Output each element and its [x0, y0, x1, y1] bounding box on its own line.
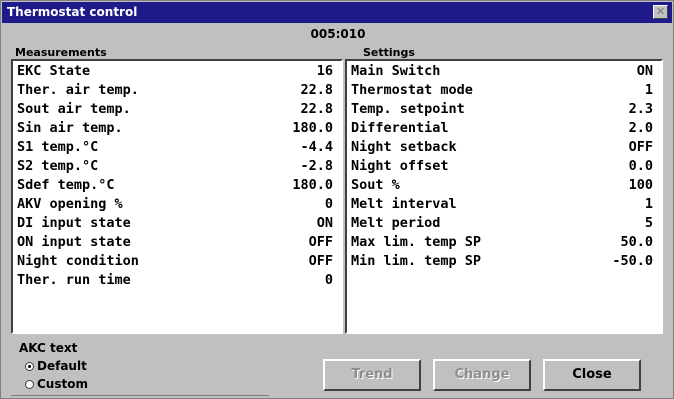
- measurement-label: Ther. air temp.: [17, 82, 139, 98]
- measurement-value: 22.8: [300, 82, 333, 98]
- setting-value: 50.0: [620, 234, 653, 250]
- setting-row[interactable]: Thermostat mode 1: [351, 81, 653, 100]
- akc-text-group: AKC text Default Custom: [11, 341, 269, 397]
- measurement-label: Sin air temp.: [17, 120, 123, 136]
- setting-row[interactable]: Night setback OFF: [351, 138, 653, 157]
- radio-custom-label: Custom: [37, 377, 88, 391]
- measurement-row: EKC State 16: [17, 62, 333, 81]
- group-divider: [11, 395, 269, 396]
- setting-value: ON: [636, 63, 653, 79]
- setting-label: Main Switch: [351, 63, 441, 79]
- change-button[interactable]: Change: [433, 359, 531, 391]
- trend-button[interactable]: Trend: [323, 359, 421, 391]
- setting-value: 5: [644, 215, 653, 231]
- setting-row[interactable]: Night offset 0.0: [351, 157, 653, 176]
- radio-selected-icon: [25, 362, 34, 371]
- measurement-value: 0: [324, 196, 333, 212]
- measurement-row: S1 temp.°C -4.4: [17, 138, 333, 157]
- measurement-row: Sdef temp.°C 180.0: [17, 176, 333, 195]
- setting-label: Min lim. temp SP: [351, 253, 482, 269]
- close-icon[interactable]: ✕: [653, 5, 668, 19]
- setting-value: 1: [644, 82, 653, 98]
- measurement-value: 180.0: [292, 177, 333, 193]
- measurement-label: Sdef temp.°C: [17, 177, 115, 193]
- measurement-row: Sout air temp. 22.8: [17, 100, 333, 119]
- setting-label: Melt period: [351, 215, 441, 231]
- setting-row[interactable]: Temp. setpoint 2.3: [351, 100, 653, 119]
- measurement-label: EKC State: [17, 63, 91, 79]
- akc-text-label: AKC text: [19, 341, 78, 355]
- setting-label: Melt interval: [351, 196, 457, 212]
- measurement-value: -2.8: [300, 158, 333, 174]
- radio-custom[interactable]: Custom: [25, 377, 88, 391]
- device-address: 005:010: [310, 27, 366, 41]
- setting-value: -50.0: [612, 253, 653, 269]
- measurement-value: 16: [316, 63, 333, 79]
- setting-label: Max lim. temp SP: [351, 234, 482, 250]
- measurement-row: Sin air temp. 180.0: [17, 119, 333, 138]
- radio-unselected-icon: [25, 380, 34, 389]
- measurement-row: ON input state OFF: [17, 233, 333, 252]
- measurements-label: Measurements: [15, 46, 107, 59]
- setting-value: 0.0: [628, 158, 653, 174]
- measurement-label: AKV opening %: [17, 196, 123, 212]
- measurement-value: ON: [316, 215, 333, 231]
- measurements-panel[interactable]: EKC State 16 Ther. air temp. 22.8 Sout air…: [11, 59, 343, 334]
- close-button[interactable]: Close: [543, 359, 641, 391]
- thermostat-control-window: Thermostat control ✕ 005:010 Measurement…: [0, 0, 674, 399]
- settings-label: Settings: [363, 46, 415, 59]
- setting-row[interactable]: Max lim. temp SP 50.0: [351, 233, 653, 252]
- setting-label: Differential: [351, 120, 449, 136]
- measurement-label: Sout air temp.: [17, 101, 131, 117]
- window-title: Thermostat control: [7, 5, 138, 19]
- setting-value: 100: [628, 177, 653, 193]
- measurement-value: 22.8: [300, 101, 333, 117]
- measurement-row: AKV opening % 0: [17, 195, 333, 214]
- measurement-label: Night condition: [17, 253, 139, 269]
- setting-label: Night offset: [351, 158, 449, 174]
- radio-default-label: Default: [37, 359, 87, 373]
- setting-label: Night setback: [351, 139, 457, 155]
- measurement-label: S2 temp.°C: [17, 158, 99, 174]
- measurement-label: Ther. run time: [17, 272, 131, 288]
- measurement-value: 180.0: [292, 120, 333, 136]
- measurement-value: OFF: [308, 234, 333, 250]
- radio-default[interactable]: Default: [25, 359, 87, 373]
- measurement-row: S2 temp.°C -2.8: [17, 157, 333, 176]
- measurement-row: DI input state ON: [17, 214, 333, 233]
- measurement-row: Ther. air temp. 22.8: [17, 81, 333, 100]
- setting-value: 1: [644, 196, 653, 212]
- settings-panel[interactable]: Main Switch ON Thermostat mode 1 Temp. set…: [345, 59, 663, 334]
- setting-row[interactable]: Sout % 100: [351, 176, 653, 195]
- setting-label: Thermostat mode: [351, 82, 473, 98]
- setting-value: 2.3: [628, 101, 653, 117]
- measurement-row: Night condition OFF: [17, 252, 333, 271]
- measurement-label: ON input state: [17, 234, 131, 250]
- measurement-value: 0: [324, 272, 333, 288]
- measurement-label: DI input state: [17, 215, 131, 231]
- setting-row[interactable]: Differential 2.0: [351, 119, 653, 138]
- setting-value: 2.0: [628, 120, 653, 136]
- title-bar[interactable]: Thermostat control ✕: [2, 2, 672, 23]
- measurement-row: Ther. run time 0: [17, 271, 333, 290]
- setting-label: Temp. setpoint: [351, 101, 465, 117]
- setting-row[interactable]: Main Switch ON: [351, 62, 653, 81]
- measurement-value: OFF: [308, 253, 333, 269]
- setting-label: Sout %: [351, 177, 400, 193]
- measurement-label: S1 temp.°C: [17, 139, 99, 155]
- measurement-value: -4.4: [300, 139, 333, 155]
- setting-row[interactable]: Melt period 5: [351, 214, 653, 233]
- setting-row[interactable]: Melt interval 1: [351, 195, 653, 214]
- setting-row[interactable]: Min lim. temp SP -50.0: [351, 252, 653, 271]
- setting-value: OFF: [628, 139, 653, 155]
